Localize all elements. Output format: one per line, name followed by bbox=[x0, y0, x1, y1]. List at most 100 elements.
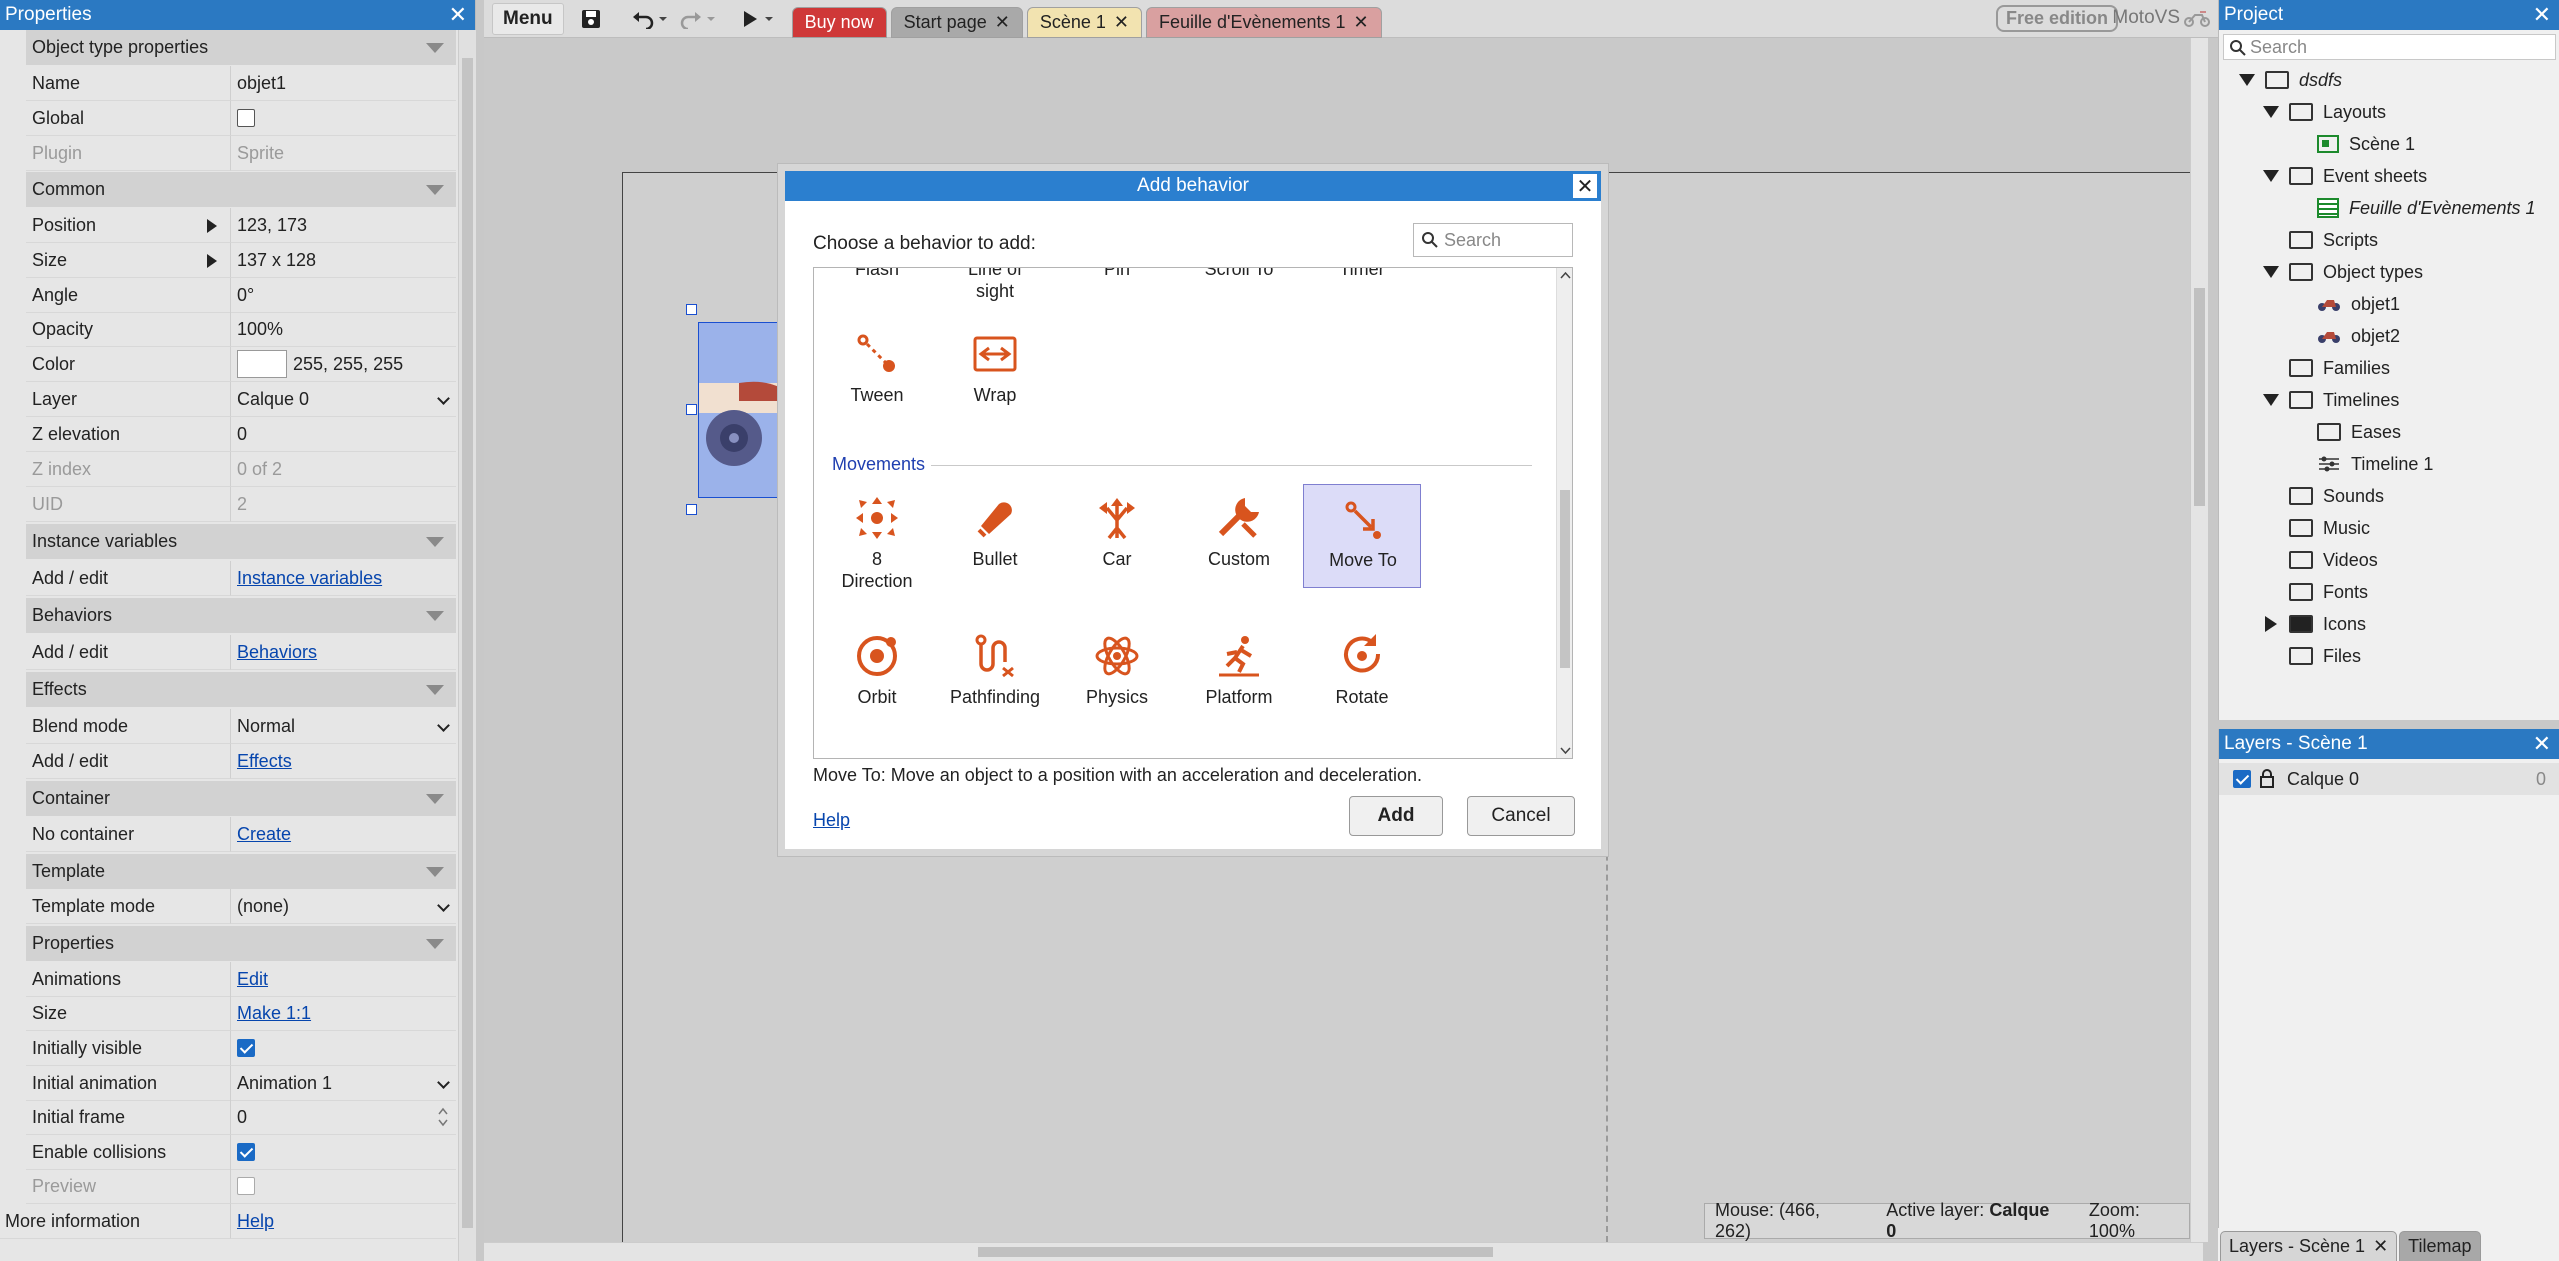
property-value[interactable]: Animation 1 bbox=[230, 1066, 456, 1101]
project-close-button[interactable]: ✕ bbox=[2533, 4, 2551, 26]
behavior-orbit[interactable]: Orbit bbox=[818, 622, 936, 726]
expanded-arrow-icon[interactable] bbox=[2239, 74, 2255, 86]
category-behaviors[interactable]: Behaviors bbox=[26, 598, 456, 633]
undo-icon[interactable] bbox=[630, 3, 656, 35]
free-edition-badge[interactable]: Free edition bbox=[1995, 5, 2118, 32]
tree-item-timeline-1[interactable]: Timeline 1 bbox=[2291, 448, 2433, 480]
property-value[interactable]: 137 x 128 bbox=[207, 243, 456, 278]
behavior-pathfinding[interactable]: Pathfinding bbox=[936, 622, 1054, 726]
redo-icon[interactable] bbox=[678, 3, 704, 35]
category-effects[interactable]: Effects bbox=[26, 672, 456, 707]
tab-start[interactable]: Start page ✕ bbox=[890, 6, 1023, 38]
tab-buy[interactable]: Buy now bbox=[791, 6, 887, 38]
close-icon[interactable]: ✕ bbox=[1354, 12, 1369, 33]
collapse-chevron-icon[interactable] bbox=[426, 537, 444, 547]
project-search-input[interactable]: Search bbox=[2223, 34, 2556, 60]
behavior-car[interactable]: Car bbox=[1058, 484, 1176, 588]
dialog-close-button[interactable]: ✕ bbox=[1573, 174, 1597, 198]
tab-events[interactable]: Feuille d'Evènements 1 ✕ bbox=[1145, 6, 1382, 38]
property-uid[interactable]: UID 2 bbox=[26, 487, 456, 522]
property-value[interactable]: Behaviors bbox=[230, 635, 456, 670]
layers-close-button[interactable]: ✕ bbox=[2533, 733, 2551, 755]
property-layer[interactable]: Layer Calque 0 bbox=[26, 382, 456, 417]
tree-item-object-types[interactable]: Object types bbox=[2263, 256, 2423, 288]
collapse-chevron-icon[interactable] bbox=[426, 611, 444, 621]
tree-item-objet1[interactable]: objet1 bbox=[2291, 288, 2400, 320]
tree-item-icons[interactable]: Icons bbox=[2263, 608, 2366, 640]
add-button[interactable]: Add bbox=[1349, 796, 1443, 836]
behavior-search-input[interactable]: Search bbox=[1413, 223, 1573, 257]
tree-item-timelines[interactable]: Timelines bbox=[2263, 384, 2399, 416]
undo-dropdown-icon[interactable] bbox=[656, 3, 670, 35]
property-template-mode[interactable]: Template mode (none) bbox=[26, 889, 456, 924]
more-information-help-link[interactable]: Help bbox=[237, 1211, 274, 1232]
property-value[interactable] bbox=[230, 1031, 456, 1066]
sprite-instance-objet1[interactable] bbox=[698, 322, 789, 498]
layer-row[interactable]: Calque 0 0 bbox=[2219, 763, 2559, 795]
property-link[interactable]: Create bbox=[237, 824, 291, 845]
checkbox[interactable] bbox=[237, 109, 255, 127]
tree-item-objet2[interactable]: objet2 bbox=[2291, 320, 2400, 352]
expand-arrow-icon[interactable] bbox=[207, 219, 217, 233]
property-link[interactable]: Make 1:1 bbox=[237, 1003, 311, 1024]
tab-scene[interactable]: Scène 1 ✕ bbox=[1026, 6, 1142, 38]
expanded-arrow-icon[interactable] bbox=[2263, 394, 2279, 406]
expand-arrow-icon[interactable] bbox=[207, 254, 217, 268]
tree-item-sc-ne-1[interactable]: Scène 1 bbox=[2291, 128, 2415, 160]
property-global[interactable]: Global bbox=[26, 101, 456, 136]
close-icon[interactable]: ✕ bbox=[995, 12, 1010, 33]
tree-item-layouts[interactable]: Layouts bbox=[2263, 96, 2386, 128]
property-value[interactable]: 255, 255, 255 bbox=[230, 347, 456, 382]
behavior-move-to[interactable]: Move To bbox=[1303, 484, 1421, 588]
property-initially-visible[interactable]: Initially visible bbox=[26, 1031, 456, 1066]
tree-item-eases[interactable]: Eases bbox=[2291, 416, 2401, 448]
property-size[interactable]: Size Make 1:1 bbox=[26, 996, 456, 1031]
property-value[interactable]: 0 bbox=[230, 1100, 456, 1135]
resize-handle-top-left[interactable] bbox=[686, 304, 697, 315]
property-value[interactable]: Create bbox=[230, 817, 456, 852]
resize-handle-bottom-left[interactable] bbox=[686, 504, 697, 515]
behavior-platform[interactable]: Platform bbox=[1180, 622, 1298, 726]
property-no-container[interactable]: No container Create bbox=[26, 817, 456, 852]
expanded-arrow-icon[interactable] bbox=[2263, 170, 2279, 182]
tree-item-dsdfs[interactable]: dsdfs bbox=[2239, 64, 2342, 96]
property-add-edit[interactable]: Add / edit Behaviors bbox=[26, 635, 456, 670]
property-blend-mode[interactable]: Blend mode Normal bbox=[26, 709, 456, 744]
property-value[interactable]: Normal bbox=[230, 709, 456, 744]
property-value[interactable]: (none) bbox=[230, 889, 456, 924]
property-value[interactable]: Calque 0 bbox=[230, 382, 456, 417]
property-color[interactable]: Color 255, 255, 255 bbox=[26, 347, 456, 382]
property-value[interactable]: Make 1:1 bbox=[230, 996, 456, 1031]
chevron-down-icon[interactable] bbox=[437, 899, 450, 912]
property-value[interactable]: 100% bbox=[230, 312, 456, 347]
category-properties[interactable]: Properties bbox=[26, 926, 456, 961]
collapse-chevron-icon[interactable] bbox=[426, 867, 444, 877]
category-instance-variables[interactable]: Instance variables bbox=[26, 524, 456, 559]
behavior-rotate[interactable]: Rotate bbox=[1303, 622, 1421, 726]
category-template[interactable]: Template bbox=[26, 854, 456, 889]
property-link[interactable]: Effects bbox=[237, 751, 292, 772]
property-z-index[interactable]: Z index 0 of 2 bbox=[26, 452, 456, 487]
behavior-tween[interactable]: Tween bbox=[818, 320, 936, 424]
property-opacity[interactable]: Opacity 100% bbox=[26, 312, 456, 347]
collapse-chevron-icon[interactable] bbox=[426, 43, 444, 53]
properties-close-button[interactable]: ✕ bbox=[449, 4, 467, 26]
property-link[interactable]: Behaviors bbox=[237, 642, 317, 663]
collapse-chevron-icon[interactable] bbox=[426, 794, 444, 804]
layer-visible-checkbox[interactable] bbox=[2233, 770, 2251, 788]
close-icon[interactable]: ✕ bbox=[1114, 12, 1129, 33]
category-common[interactable]: Common bbox=[26, 172, 456, 207]
behavior-timer[interactable]: Timer bbox=[1303, 268, 1421, 374]
chevron-down-icon[interactable] bbox=[437, 392, 450, 405]
property-z-elevation[interactable]: Z elevation 0 bbox=[26, 417, 456, 452]
tree-item-fonts[interactable]: Fonts bbox=[2263, 576, 2368, 608]
tab-tilemap[interactable]: Tilemap bbox=[2399, 1231, 2481, 1261]
expanded-arrow-icon[interactable] bbox=[2263, 106, 2279, 118]
redo-dropdown-icon[interactable] bbox=[704, 3, 718, 35]
tree-item-feuille-d-ev-nements-1[interactable]: Feuille d'Evènements 1 bbox=[2291, 192, 2536, 224]
behavior-pin[interactable]: Pin bbox=[1058, 268, 1176, 374]
property-value[interactable]: 0° bbox=[230, 278, 456, 313]
property-initial-frame[interactable]: Initial frame 0 bbox=[26, 1100, 456, 1135]
property-plugin[interactable]: Plugin Sprite bbox=[26, 136, 456, 171]
collapse-chevron-icon[interactable] bbox=[426, 685, 444, 695]
